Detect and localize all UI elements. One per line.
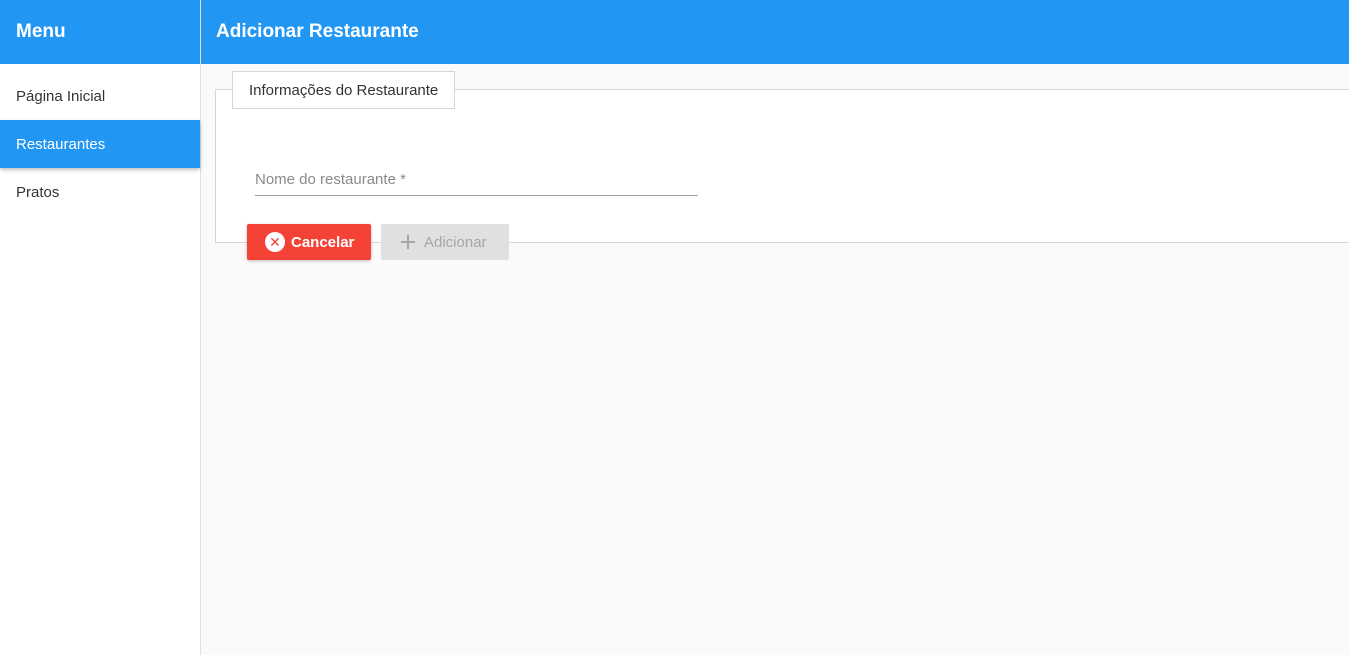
main-content: ✕ Cancelar Adicionar Informações do Rest… <box>201 64 1349 655</box>
close-circle-icon: ✕ <box>265 232 285 252</box>
add-button-label: Adicionar <box>424 233 487 251</box>
cancel-button[interactable]: ✕ Cancelar <box>247 224 371 260</box>
restaurant-info-fieldset: ✕ Cancelar Adicionar <box>215 89 1349 260</box>
sidebar-title: Menu <box>0 0 200 64</box>
sidebar-item-pagina-inicial[interactable]: Página Inicial <box>0 72 200 120</box>
restaurant-name-input[interactable] <box>255 164 698 194</box>
fieldset-legend: Informações do Restaurante <box>232 71 456 109</box>
sidebar-item-pratos[interactable]: Pratos <box>0 168 200 216</box>
cancel-button-label: Cancelar <box>291 233 355 251</box>
sidebar-item-restaurantes[interactable]: Restaurantes <box>0 120 200 168</box>
sidebar: Menu Página Inicial Restaurantes Pratos <box>0 0 201 655</box>
plus-icon <box>400 234 416 250</box>
page-title: Adicionar Restaurante <box>201 0 1349 64</box>
add-button[interactable]: Adicionar <box>381 224 509 260</box>
sidebar-nav: Página Inicial Restaurantes Pratos <box>0 64 200 216</box>
restaurant-name-field-wrapper <box>255 164 698 196</box>
